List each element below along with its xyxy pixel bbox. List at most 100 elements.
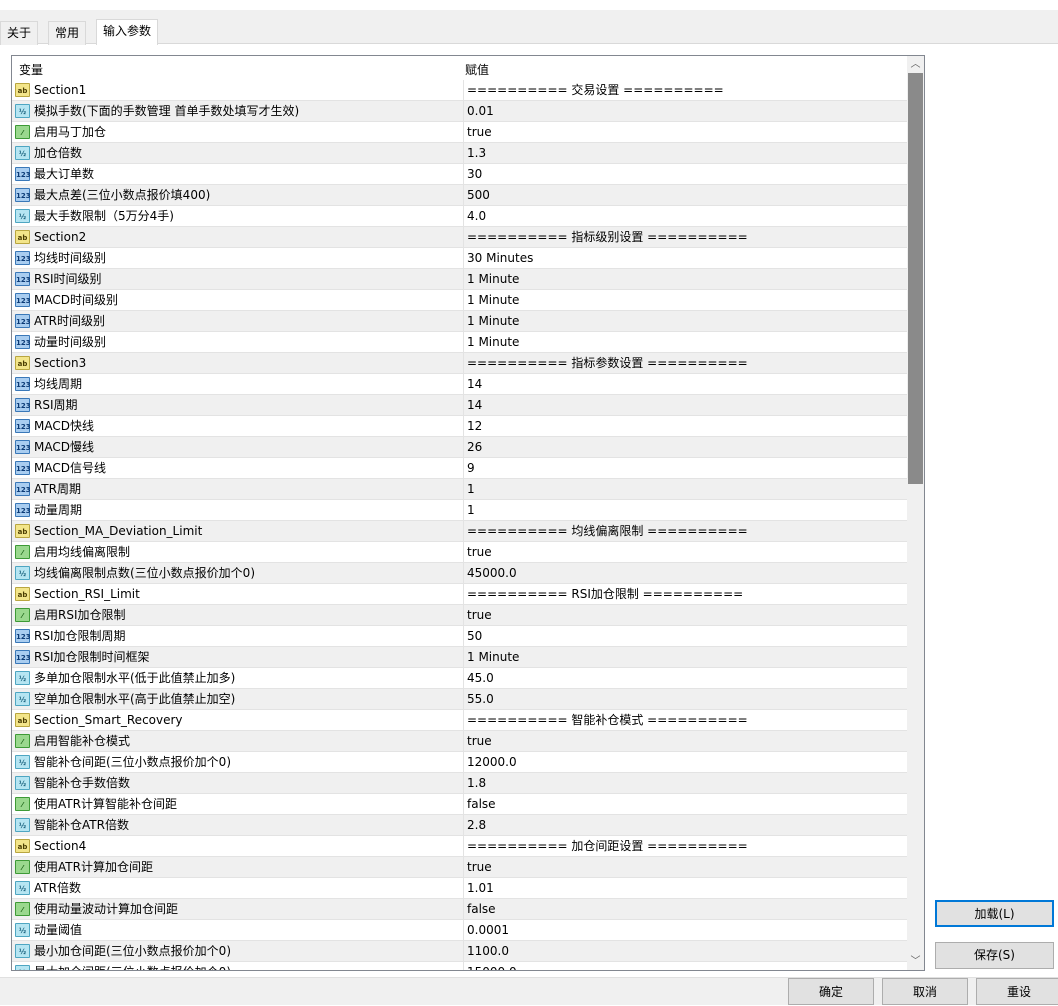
parameter-value[interactable]: 30 [463, 164, 482, 185]
parameter-row[interactable]: ab Section4 ========== 加仓间距设置 ========== [12, 836, 907, 857]
parameter-row[interactable]: ab Section1 ========== 交易设置 ========== [12, 80, 907, 101]
parameter-value[interactable]: true [463, 605, 492, 626]
parameter-value[interactable]: ========== 指标参数设置 ========== [463, 353, 748, 374]
parameter-row[interactable]: ½ 模拟手数(下面的手数管理 首单手数处填写才生效) 0.01 [12, 101, 907, 122]
parameter-value[interactable]: 30 Minutes [463, 248, 533, 269]
reset-button[interactable]: 重设 [976, 978, 1058, 1005]
parameter-row[interactable]: ½ ATR倍数 1.01 [12, 878, 907, 899]
parameter-value[interactable]: ========== 加仓间距设置 ========== [463, 836, 748, 857]
parameter-value[interactable]: 26 [463, 437, 482, 458]
parameter-value[interactable]: false [463, 899, 496, 920]
parameter-value[interactable]: 0.0001 [463, 920, 509, 941]
parameter-row[interactable]: ½ 多单加仓限制水平(低于此值禁止加多) 45.0 [12, 668, 907, 689]
parameter-row[interactable]: ½ 智能补仓ATR倍数 2.8 [12, 815, 907, 836]
parameter-value[interactable]: 1.3 [463, 143, 486, 164]
parameter-row[interactable]: 123 均线周期 14 [12, 374, 907, 395]
parameter-row[interactable]: ⁄ 启用均线偏离限制 true [12, 542, 907, 563]
parameter-row[interactable]: 123 MACD时间级别 1 Minute [12, 290, 907, 311]
save-button[interactable]: 保存(S) [935, 942, 1054, 969]
parameter-value[interactable]: 0.01 [463, 101, 494, 122]
parameter-value[interactable]: 12 [463, 416, 482, 437]
parameter-value[interactable]: 9 [463, 458, 475, 479]
scroll-down-icon[interactable]: ﹀ [907, 953, 924, 970]
tab-about[interactable]: 关于 [0, 21, 39, 45]
parameter-value[interactable]: 55.0 [463, 689, 494, 710]
parameter-value[interactable]: true [463, 731, 492, 752]
parameter-value[interactable]: 50 [463, 626, 482, 647]
parameter-value[interactable]: true [463, 122, 492, 143]
parameter-row[interactable]: ½ 智能补仓间距(三位小数点报价加个0) 12000.0 [12, 752, 907, 773]
parameter-row[interactable]: ½ 均线偏离限制点数(三位小数点报价加个0) 45000.0 [12, 563, 907, 584]
parameters-list[interactable]: 变量 赋值 ab Section1 ========== 交易设置 ======… [11, 55, 925, 971]
parameter-value[interactable]: 1 Minute [463, 332, 519, 353]
parameter-row[interactable]: ⁄ 使用ATR计算智能补仓间距 false [12, 794, 907, 815]
parameter-value[interactable]: 1.8 [463, 773, 486, 794]
parameter-row[interactable]: ab Section3 ========== 指标参数设置 ========== [12, 353, 907, 374]
parameter-row[interactable]: 123 动量周期 1 [12, 500, 907, 521]
tab-input-params[interactable]: 输入参数 [96, 19, 159, 45]
vertical-scrollbar[interactable]: ︿ ﹀ [907, 56, 924, 970]
parameter-value[interactable]: 1100.0 [463, 941, 509, 962]
parameter-row[interactable]: 123 ATR时间级别 1 Minute [12, 311, 907, 332]
parameter-row[interactable]: 123 RSI加仓限制周期 50 [12, 626, 907, 647]
parameter-value[interactable]: 14 [463, 374, 482, 395]
parameter-value[interactable]: true [463, 857, 492, 878]
parameter-value[interactable]: 12000.0 [463, 752, 517, 773]
parameter-row[interactable]: ½ 空单加仓限制水平(高于此值禁止加空) 55.0 [12, 689, 907, 710]
parameter-row[interactable]: ½ 智能补仓手数倍数 1.8 [12, 773, 907, 794]
parameter-value[interactable]: 4.0 [463, 206, 486, 227]
parameter-value[interactable]: true [463, 542, 492, 563]
scroll-up-icon[interactable]: ︿ [907, 56, 924, 73]
ok-button[interactable]: 确定 [788, 978, 874, 1005]
parameter-row[interactable]: 123 MACD慢线 26 [12, 437, 907, 458]
parameter-value[interactable]: 1 [463, 479, 475, 500]
parameter-row[interactable]: ⁄ 启用智能补仓模式 true [12, 731, 907, 752]
parameter-row[interactable]: 123 动量时间级别 1 Minute [12, 332, 907, 353]
parameter-row[interactable]: 123 MACD快线 12 [12, 416, 907, 437]
parameter-row[interactable]: ½ 最大手数限制（5万分4手) 4.0 [12, 206, 907, 227]
parameter-value[interactable]: ========== 均线偏离限制 ========== [463, 521, 748, 542]
parameter-row[interactable]: ⁄ 启用RSI加仓限制 true [12, 605, 907, 626]
parameter-row[interactable]: ½ 动量阈值 0.0001 [12, 920, 907, 941]
tab-common[interactable]: 常用 [48, 21, 87, 45]
parameter-value[interactable]: ========== RSI加仓限制 ========== [463, 584, 743, 605]
parameter-value[interactable]: 1 Minute [463, 647, 519, 668]
parameter-row[interactable]: 123 RSI加仓限制时间框架 1 Minute [12, 647, 907, 668]
parameter-row[interactable]: ab Section_MA_Deviation_Limit ==========… [12, 521, 907, 542]
load-button[interactable]: 加载(L) [935, 900, 1054, 927]
parameter-row[interactable]: 123 ATR周期 1 [12, 479, 907, 500]
parameter-value[interactable]: 1 [463, 500, 475, 521]
parameter-value[interactable]: ========== 交易设置 ========== [463, 80, 724, 101]
parameter-row[interactable]: ⁄ 使用动量波动计算加仓间距 false [12, 899, 907, 920]
parameter-row[interactable]: ½ 最大加仓间距(三位小数点报价加个0) 15000.0 [12, 962, 907, 970]
parameter-row[interactable]: ⁄ 启用马丁加仓 true [12, 122, 907, 143]
parameter-value[interactable]: 500 [463, 185, 490, 206]
parameter-row[interactable]: ab Section_RSI_Limit ========== RSI加仓限制 … [12, 584, 907, 605]
parameter-value[interactable]: 45.0 [463, 668, 494, 689]
parameter-value[interactable]: ========== 指标级别设置 ========== [463, 227, 748, 248]
parameter-row[interactable]: ⁄ 使用ATR计算加仓间距 true [12, 857, 907, 878]
parameter-value[interactable]: 1 Minute [463, 311, 519, 332]
parameter-value[interactable]: 14 [463, 395, 482, 416]
parameter-row[interactable]: 123 MACD信号线 9 [12, 458, 907, 479]
parameter-value[interactable]: 1 Minute [463, 269, 519, 290]
parameter-row[interactable]: 123 最大点差(三位小数点报价填400) 500 [12, 185, 907, 206]
parameter-value[interactable]: 1 Minute [463, 290, 519, 311]
parameter-value[interactable]: 1.01 [463, 878, 494, 899]
parameter-row[interactable]: ab Section2 ========== 指标级别设置 ========== [12, 227, 907, 248]
parameter-row[interactable]: 123 均线时间级别 30 Minutes [12, 248, 907, 269]
parameter-row[interactable]: 123 RSI周期 14 [12, 395, 907, 416]
parameter-row[interactable]: ½ 加仓倍数 1.3 [12, 143, 907, 164]
scrollbar-thumb[interactable] [908, 73, 923, 484]
column-header-variable[interactable]: 变量 [19, 61, 43, 78]
parameter-row[interactable]: 123 RSI时间级别 1 Minute [12, 269, 907, 290]
parameter-value[interactable]: false [463, 794, 496, 815]
column-header-value[interactable]: 赋值 [465, 61, 489, 78]
parameter-value[interactable]: ========== 智能补仓模式 ========== [463, 710, 748, 731]
parameter-row[interactable]: ab Section_Smart_Recovery ========== 智能补… [12, 710, 907, 731]
parameter-value[interactable]: 45000.0 [463, 563, 517, 584]
parameter-value[interactable]: 15000.0 [463, 962, 517, 970]
parameter-row[interactable]: ½ 最小加仓间距(三位小数点报价加个0) 1100.0 [12, 941, 907, 962]
parameter-row[interactable]: 123 最大订单数 30 [12, 164, 907, 185]
parameter-value[interactable]: 2.8 [463, 815, 486, 836]
